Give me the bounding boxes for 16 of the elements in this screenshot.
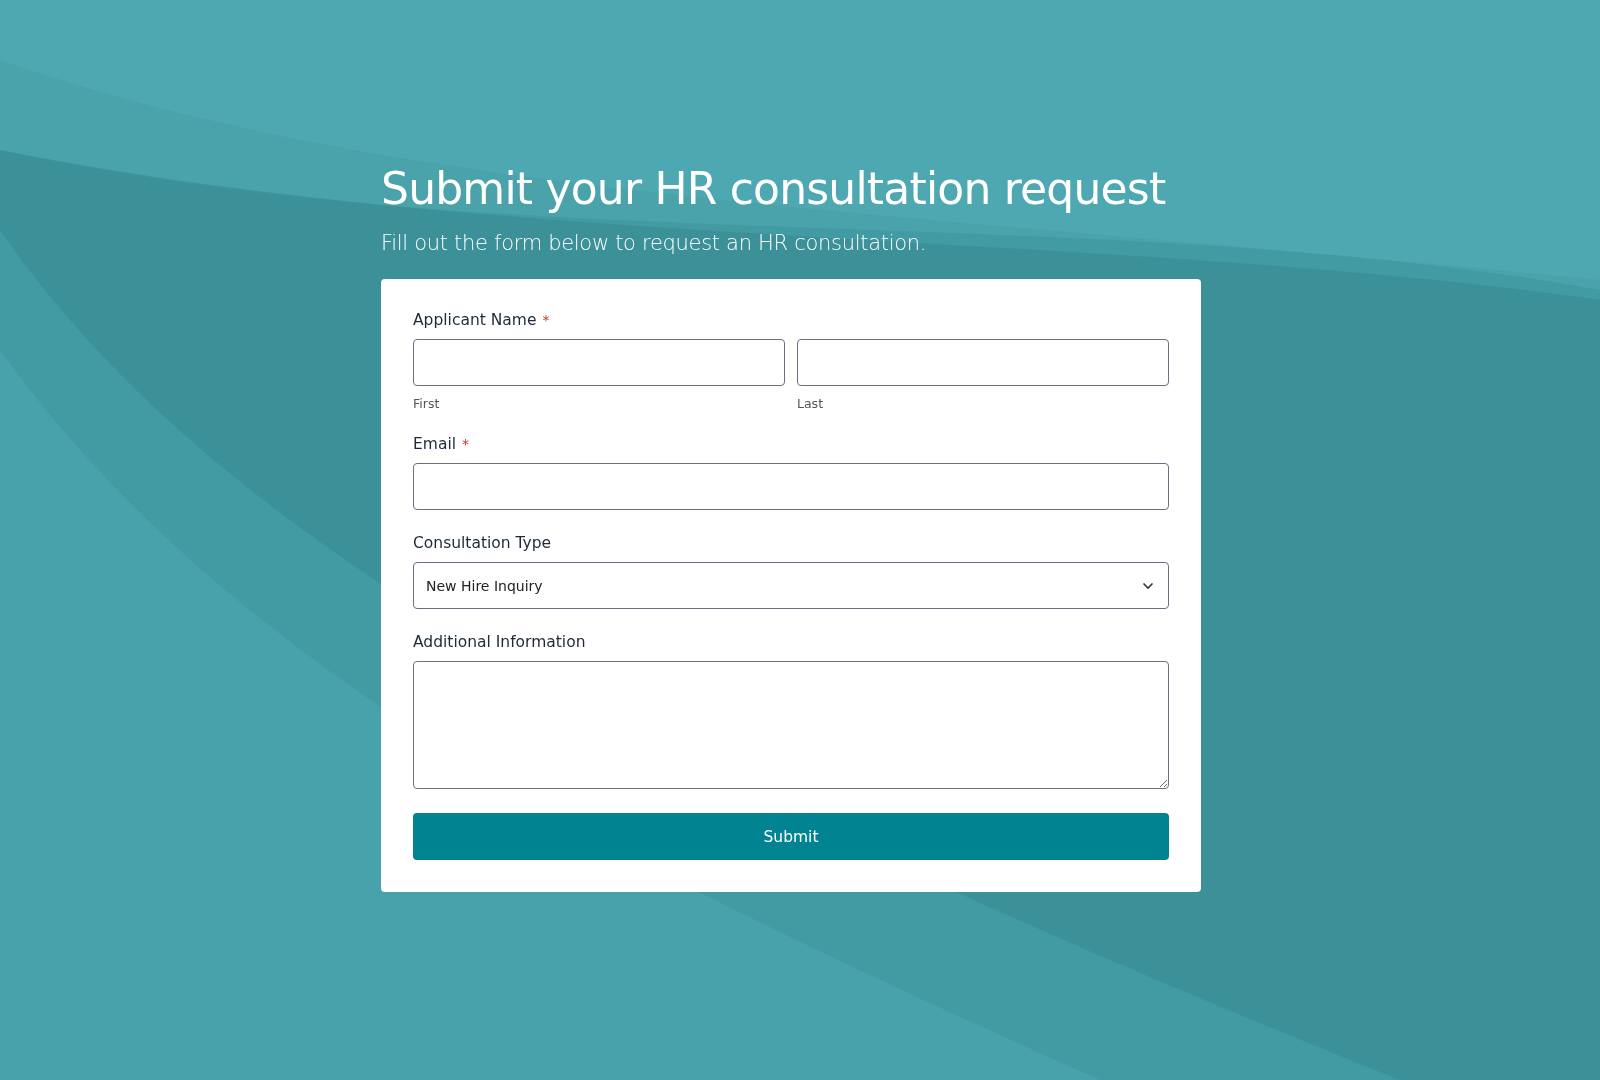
- required-mark: *: [462, 436, 469, 453]
- page-subtitle: Fill out the form below to request an HR consultation.: [381, 231, 928, 256]
- field-label: Email: [413, 435, 456, 454]
- sublabel: First: [413, 396, 441, 412]
- page-title: Submit your HR consultation request: [381, 162, 1167, 216]
- sublabel: Last: [797, 396, 825, 412]
- required-mark: *: [542, 312, 550, 329]
- dropdown-select[interactable]: New Hire Inquiry: [413, 562, 1169, 610]
- field-label: Additional Information: [413, 633, 586, 652]
- field-label: Consultation Type: [413, 534, 552, 553]
- text-input[interactable]: [797, 339, 1169, 387]
- submit-button[interactable]: Submit: [413, 813, 1169, 861]
- email-input[interactable]: [413, 463, 1169, 511]
- chevron-down-icon: [1142, 581, 1154, 590]
- text-input[interactable]: [413, 339, 785, 387]
- field-label: Applicant Name: [413, 311, 537, 330]
